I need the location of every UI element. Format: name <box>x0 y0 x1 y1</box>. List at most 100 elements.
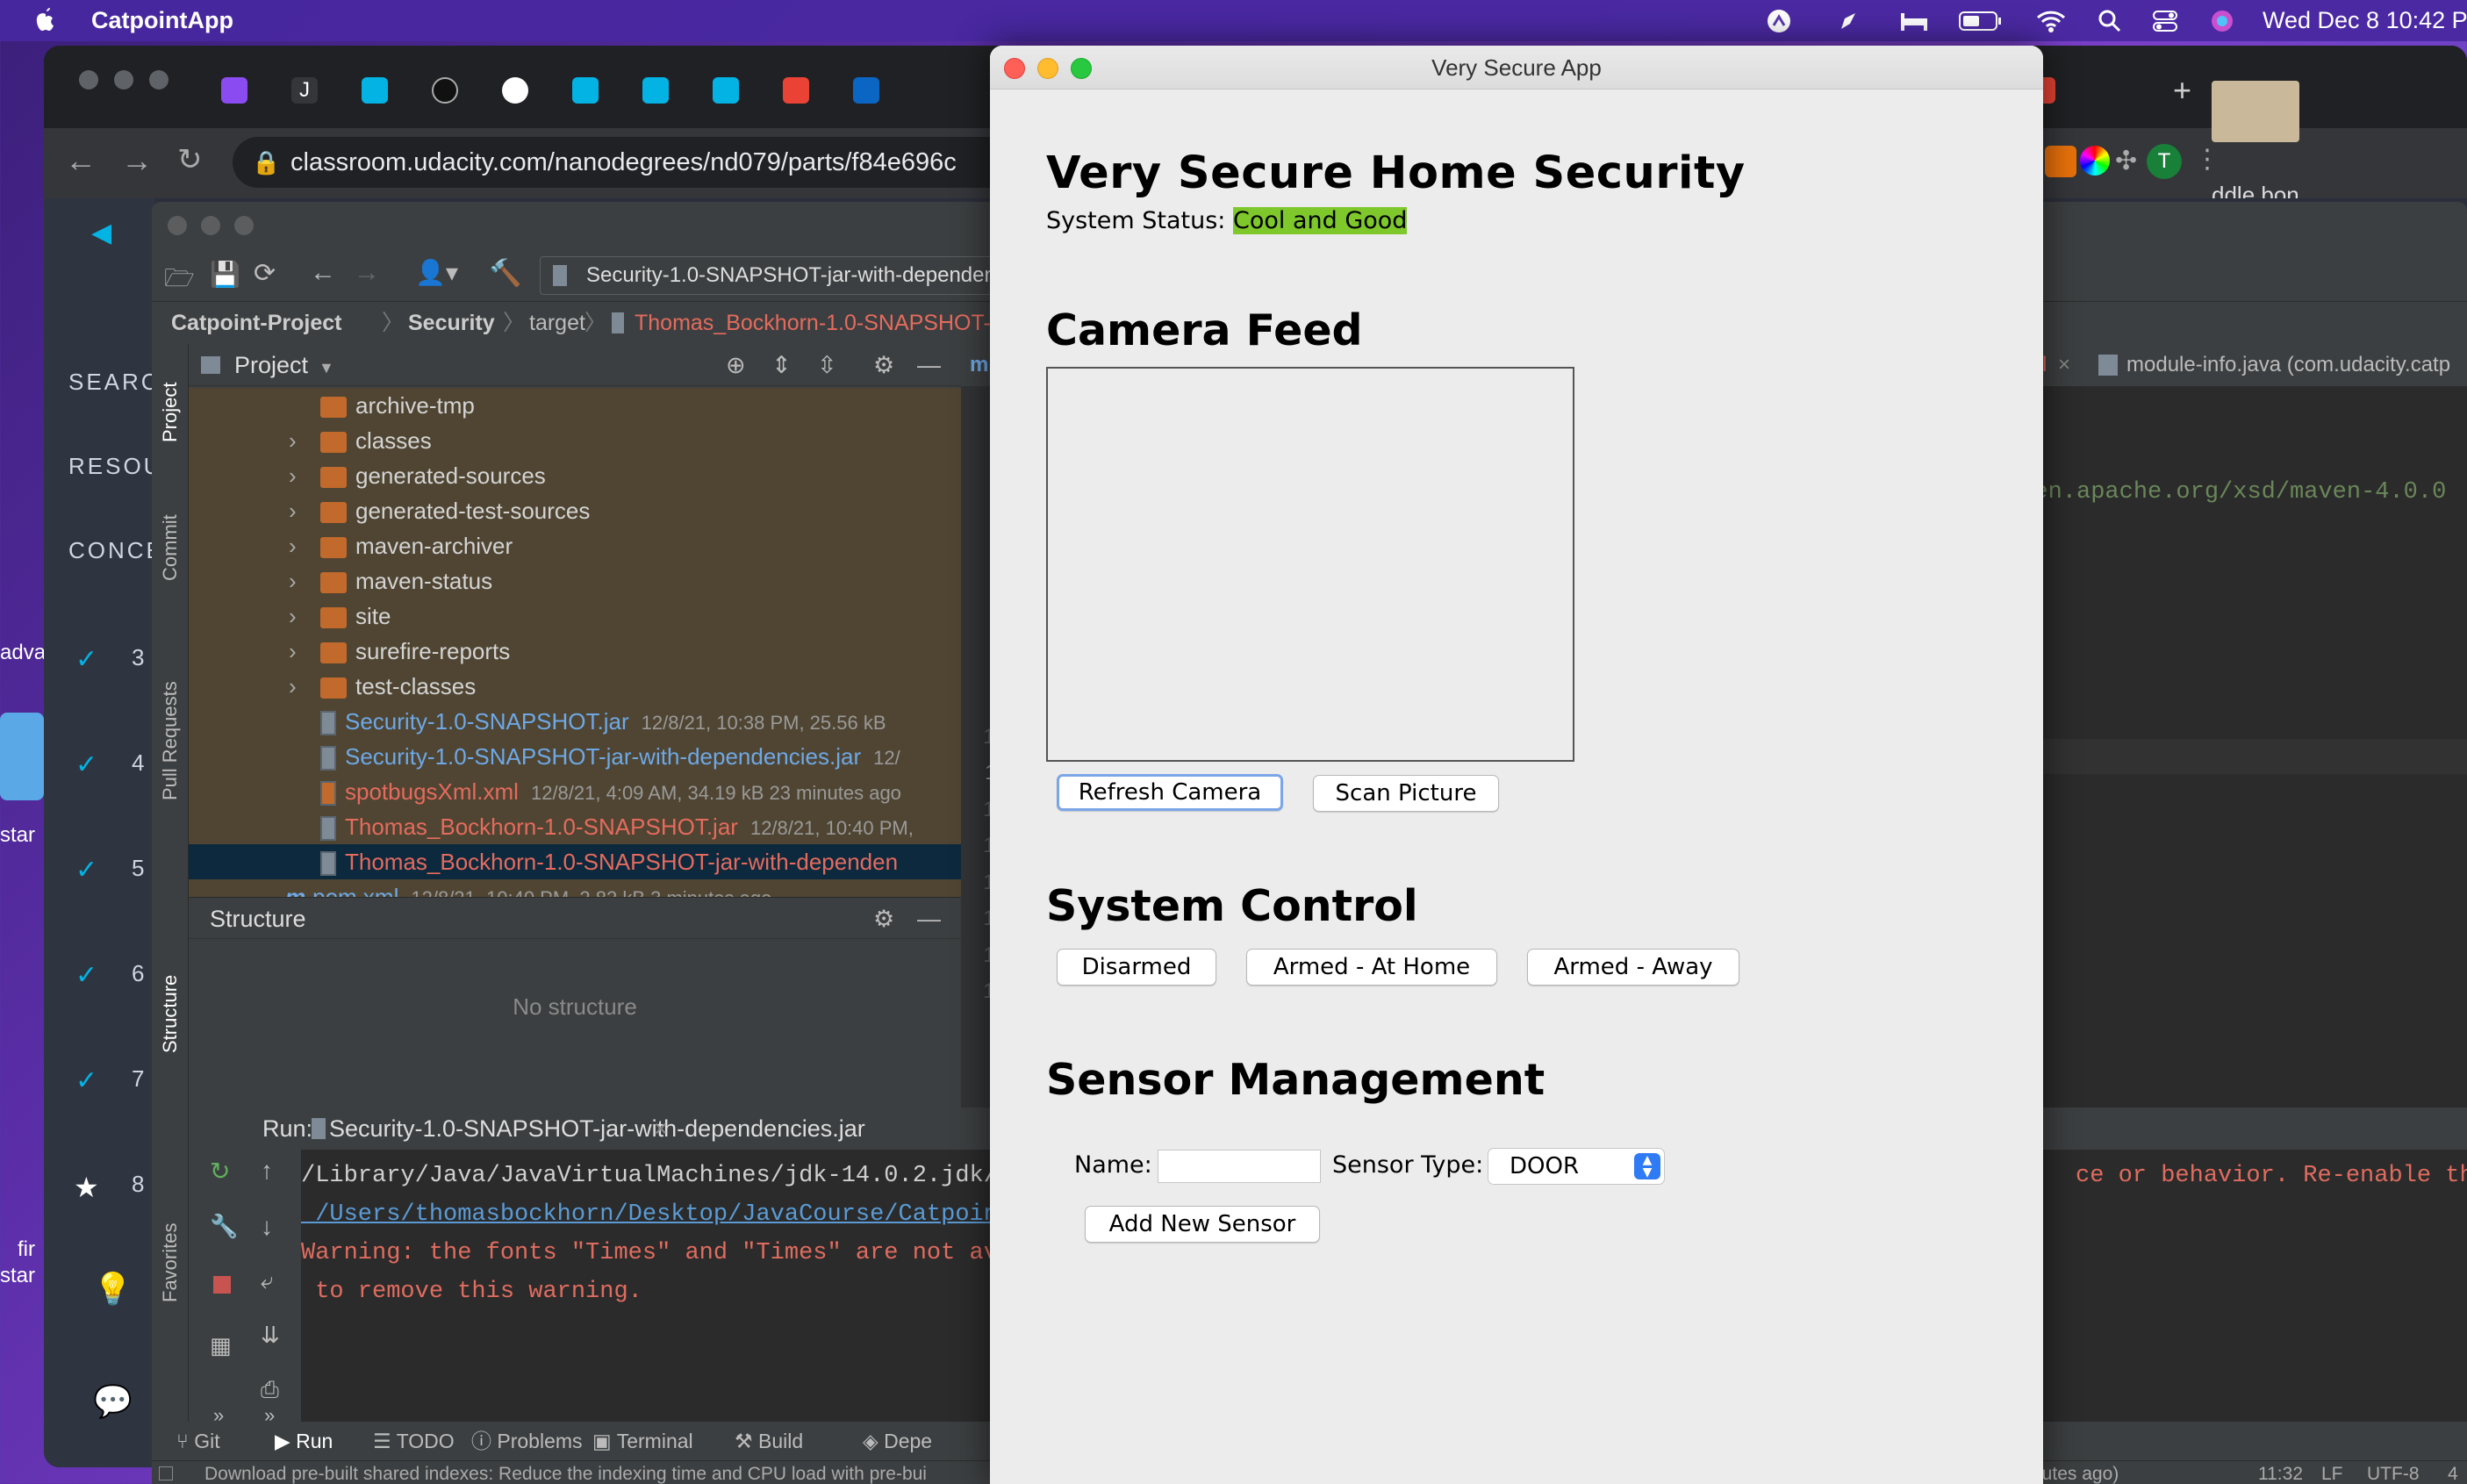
browser-tab[interactable] <box>351 68 421 112</box>
apple-menu-icon[interactable] <box>33 6 58 34</box>
spotlight-search-icon[interactable] <box>2098 9 2122 33</box>
tree-expand-chevron-icon[interactable]: › <box>289 458 297 493</box>
caret-position[interactable]: 11:32 <box>2258 1461 2303 1484</box>
tree-item[interactable]: › test-classes <box>189 669 961 704</box>
settings-gear-icon[interactable]: ⚙ <box>873 344 894 386</box>
scroll-down-icon[interactable]: ↓ <box>261 1213 273 1241</box>
tool-window-project[interactable]: Project <box>159 383 182 442</box>
sync-icon[interactable]: ⟳ <box>254 258 276 289</box>
lightbulb-icon[interactable]: 💡 <box>93 1271 135 1308</box>
tree-expand-chevron-icon[interactable]: › <box>289 528 297 563</box>
armed-at-home-button[interactable]: Armed - At Home <box>1246 949 1497 986</box>
breadcrumb-folder[interactable]: target <box>529 302 585 344</box>
breadcrumb-project[interactable]: Catpoint-Project <box>171 302 341 344</box>
browser-tab[interactable] <box>562 68 632 112</box>
layout-icon[interactable]: ▦ <box>210 1332 232 1359</box>
hide-panel-icon[interactable]: — <box>917 898 941 940</box>
menubar-app-name[interactable]: CatpointApp <box>91 7 233 34</box>
wrench-icon[interactable]: 🔧 <box>210 1213 238 1240</box>
tree-item[interactable]: › maven-status <box>189 563 961 599</box>
armed-away-button[interactable]: Armed - Away <box>1527 949 1739 986</box>
wifi-icon[interactable] <box>2036 9 2066 33</box>
chat-icon[interactable]: 💬 <box>93 1383 135 1420</box>
build-hammer-icon[interactable]: 🔨 <box>489 258 521 289</box>
menubar-clock[interactable]: Wed Dec 8 10:42 PM <box>2263 7 2467 34</box>
file-encoding[interactable]: UTF-8 <box>2367 1461 2420 1484</box>
extension-icon[interactable] <box>2045 146 2076 177</box>
open-folder-icon[interactable]: 🗁 <box>164 260 195 302</box>
tree-expand-chevron-icon[interactable]: › <box>289 634 297 669</box>
tool-button-run[interactable]: ▶ Run <box>275 1422 333 1460</box>
extensions-puzzle-icon[interactable]: ✣ <box>2115 146 2137 176</box>
browser-tab[interactable] <box>211 68 281 112</box>
soft-wrap-icon[interactable]: ⤶ <box>261 1267 274 1295</box>
browser-tab[interactable] <box>491 68 562 112</box>
browser-tab[interactable] <box>772 68 843 112</box>
line-separator[interactable]: LF <box>2321 1461 2343 1484</box>
tree-expand-chevron-icon[interactable]: › <box>289 563 297 599</box>
browser-tab[interactable] <box>421 68 491 112</box>
browser-tab[interactable] <box>632 68 702 112</box>
collapse-icon[interactable]: ◀ <box>91 218 114 248</box>
tree-expand-chevron-icon[interactable]: › <box>289 493 297 528</box>
settings-gear-icon[interactable]: ⚙ <box>873 898 894 940</box>
close-tab-icon[interactable]: × <box>2058 344 2070 386</box>
profile-avatar[interactable]: T <box>2147 144 2182 179</box>
new-tab-icon[interactable]: + <box>2173 72 2191 109</box>
tool-window-pull-requests[interactable]: Pull Requests <box>159 681 182 800</box>
zoom-window-button[interactable] <box>1071 58 1092 79</box>
tree-item[interactable]: › generated-test-sources <box>189 493 961 528</box>
tool-window-commit[interactable]: Commit <box>159 514 182 581</box>
control-center-icon[interactable] <box>2152 9 2178 33</box>
sensor-type-select[interactable]: DOOR ▲ ▼ <box>1488 1148 1665 1185</box>
status-checkbox-icon[interactable] <box>159 1466 173 1480</box>
battery-icon[interactable] <box>1959 11 2003 32</box>
color-extension-icon[interactable] <box>2080 146 2110 176</box>
tool-window-structure[interactable]: Structure <box>159 975 182 1053</box>
tool-button-todo[interactable]: ☰ TODO <box>373 1422 455 1460</box>
tree-item[interactable]: › maven-archiver <box>189 528 961 563</box>
hide-panel-icon[interactable]: — <box>917 344 941 386</box>
breadcrumb-module[interactable]: Security <box>408 302 495 344</box>
tree-expand-chevron-icon[interactable]: › <box>289 669 297 704</box>
tree-item[interactable]: Security-1.0-SNAPSHOT.jar 12/8/21, 10:38 … <box>189 704 961 739</box>
tool-button-depe[interactable]: ◈ Depe <box>863 1422 932 1460</box>
locate-icon[interactable]: ⊕ <box>726 344 746 386</box>
reload-icon[interactable]: ↻ <box>177 142 203 177</box>
stop-icon[interactable] <box>213 1276 231 1294</box>
siri-icon[interactable] <box>2210 9 2234 33</box>
back-icon[interactable]: ← <box>310 258 336 288</box>
browser-tab[interactable] <box>843 68 913 112</box>
pen-icon[interactable] <box>1836 8 1862 34</box>
tree-item[interactable]: spotbugsXml.xml 12/8/21, 4:09 AM, 34.19 k… <box>189 774 961 809</box>
tool-button-terminal[interactable]: ▣ Terminal <box>592 1422 693 1460</box>
rerun-icon[interactable]: ↻ <box>210 1157 230 1186</box>
accessibility-icon[interactable] <box>1766 8 1792 34</box>
editor-tab-module-info[interactable]: module-info.java (com.udacity.catp <box>2126 344 2450 386</box>
scroll-to-end-icon[interactable]: ⇊ <box>261 1322 280 1349</box>
scroll-up-icon[interactable]: ↑ <box>261 1157 273 1185</box>
browser-tab[interactable] <box>702 68 772 112</box>
desktop-folder-icon[interactable] <box>0 713 44 800</box>
tree-item[interactable]: Thomas_Bockhorn-1.0-SNAPSHOT.jar 12/8/21,… <box>189 809 961 844</box>
indent-setting[interactable]: 4 <box>2448 1461 2458 1484</box>
bed-icon[interactable] <box>1899 10 1929 32</box>
structure-panel-title[interactable]: Structure <box>210 906 306 932</box>
tool-button-problems[interactable]: ⓘ Problems <box>471 1422 583 1460</box>
collapse-all-icon[interactable]: ⇳ <box>817 344 837 386</box>
disarmed-button[interactable]: Disarmed <box>1057 949 1216 986</box>
console-output[interactable]: /Library/Java/JavaVirtualMachines/jdk-14… <box>301 1157 1012 1311</box>
minimize-window-button[interactable] <box>1037 58 1058 79</box>
tool-window-favorites[interactable]: Favorites <box>159 1223 182 1302</box>
tree-expand-chevron-icon[interactable]: › <box>289 599 297 634</box>
close-window-button[interactable] <box>1004 58 1025 79</box>
browser-tab-active[interactable]: J <box>281 68 351 112</box>
scan-picture-button[interactable]: Scan Picture <box>1313 775 1499 812</box>
project-panel-title[interactable]: Project <box>234 352 308 378</box>
close-tab-icon[interactable]: × <box>654 1108 668 1150</box>
sensor-name-input[interactable] <box>1158 1150 1321 1183</box>
tree-item[interactable]: › classes <box>189 423 961 458</box>
tree-expand-chevron-icon[interactable]: › <box>289 423 297 458</box>
tree-item[interactable]: › site <box>189 599 961 634</box>
back-icon[interactable]: ← <box>65 142 97 179</box>
